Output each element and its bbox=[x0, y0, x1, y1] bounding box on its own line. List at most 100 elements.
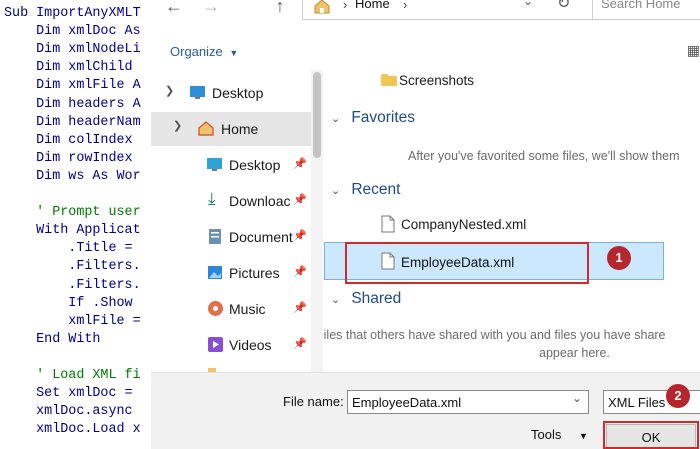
nav-label: Desktop bbox=[229, 157, 281, 173]
nav-item-music[interactable]: Music 📌 bbox=[151, 292, 311, 326]
file-name-field[interactable]: EmployeeData.xml ⌄ bbox=[347, 390, 589, 414]
code-line: Dim headerNam bbox=[4, 114, 141, 130]
code-line: .Filters. bbox=[4, 277, 141, 293]
view-menu-icon[interactable]: ▦ bbox=[687, 42, 700, 59]
chevron-down-icon[interactable]: ⌄ bbox=[572, 391, 582, 405]
group-title: Favorites bbox=[351, 109, 416, 126]
navigation-pane: ❯ Desktop ❯ Home Desktop 📌 ⤓ Downloac 📌 bbox=[151, 70, 324, 372]
code-line: Dim rowIndex bbox=[4, 150, 133, 166]
pictures-icon bbox=[208, 266, 222, 279]
code-line: .Filters. bbox=[4, 259, 141, 275]
code-line: xmlDoc.async bbox=[4, 404, 133, 420]
file-name-input[interactable]: EmployeeData.xml bbox=[352, 395, 461, 410]
forward-arrow-icon[interactable]: → bbox=[199, 0, 223, 18]
group-title: Shared bbox=[351, 290, 402, 307]
code-line: If .Show bbox=[4, 295, 133, 311]
nav-item-home[interactable]: ❯ Home bbox=[151, 112, 311, 146]
file-name-label: File name: bbox=[283, 394, 344, 409]
command-bar: Organize ▼ ▦ bbox=[151, 36, 700, 66]
code-line: Dim colIndex bbox=[4, 132, 133, 148]
pin-icon[interactable]: 📌 bbox=[293, 157, 307, 170]
chevron-down-icon[interactable]: ⌄ bbox=[331, 184, 347, 197]
nav-label: Downloac bbox=[229, 193, 291, 209]
pin-icon[interactable]: 📌 bbox=[293, 265, 307, 278]
code-line: Dim xmlFile A bbox=[4, 78, 141, 94]
pin-icon[interactable]: 📌 bbox=[293, 337, 307, 350]
file-name: CompanyNested.xml bbox=[401, 217, 527, 232]
search-input[interactable]: Search Home bbox=[601, 0, 680, 11]
chevron-right-icon[interactable]: ❯ bbox=[165, 84, 174, 97]
nav-item-documents[interactable]: Document 📌 bbox=[151, 220, 311, 254]
nav-item-videos[interactable]: Videos 📌 bbox=[151, 328, 311, 362]
code-line: Dim ws As Wor bbox=[4, 168, 141, 184]
group-title: Recent bbox=[351, 181, 401, 198]
code-line: Dim xmlDoc As bbox=[4, 24, 141, 40]
file-row[interactable]: CompanyNested.xml bbox=[381, 213, 681, 239]
nav-item-desktop[interactable]: Desktop 📌 bbox=[151, 148, 311, 182]
music-icon bbox=[208, 301, 223, 316]
code-line: xmlDoc.Load x bbox=[4, 422, 141, 438]
chevron-down-icon[interactable]: ⌄ bbox=[331, 112, 347, 125]
vba-code-editor: Sub ImportAnyXMLT Dim xmlDoc As Dim xmlN… bbox=[0, 0, 152, 449]
folder-label: Screenshots bbox=[399, 73, 475, 88]
folder-icon bbox=[381, 74, 397, 86]
chevron-down-icon[interactable]: ⌄ bbox=[523, 0, 533, 8]
organize-label: Organize bbox=[170, 44, 223, 59]
nav-label: Pictures bbox=[229, 265, 280, 281]
organize-button[interactable]: Organize ▼ bbox=[170, 44, 238, 59]
highlight-box-file bbox=[345, 242, 589, 284]
tools-button[interactable]: Tools ▼ bbox=[531, 427, 588, 442]
code-line: Dim headers A bbox=[4, 96, 141, 112]
search-field[interactable]: Search Home bbox=[592, 0, 700, 20]
desktop-icon bbox=[190, 86, 205, 99]
scroll-thumb[interactable] bbox=[313, 72, 321, 158]
highlight-box-ok bbox=[603, 421, 699, 449]
nav-label: Videos bbox=[229, 337, 272, 353]
code-line: xmlFile = bbox=[4, 313, 141, 329]
pin-icon[interactable]: 📌 bbox=[293, 301, 307, 314]
pin-icon[interactable]: 📌 bbox=[293, 229, 307, 242]
download-icon: ⤓ bbox=[208, 189, 216, 208]
documents-icon bbox=[209, 229, 221, 244]
code-line: End With bbox=[4, 331, 101, 347]
nav-label: Home bbox=[221, 121, 259, 137]
favorites-empty-message: After you've favorited some files, we'll… bbox=[408, 149, 680, 163]
caret-down-icon: ▼ bbox=[578, 431, 588, 441]
pin-icon[interactable]: 📌 bbox=[293, 193, 307, 206]
file-list-pane: Screenshots ⌄ Favorites After you've fav… bbox=[324, 66, 700, 372]
code-line: ' Prompt user bbox=[4, 205, 141, 221]
code-line: Sub ImportAnyXMLT bbox=[4, 6, 141, 21]
home-icon bbox=[198, 121, 214, 136]
chevron-down-icon[interactable]: ⌄ bbox=[331, 293, 347, 306]
chevron-down-icon[interactable]: ❯ bbox=[173, 119, 182, 132]
back-arrow-icon[interactable]: ← bbox=[162, 0, 186, 18]
open-file-dialog: ← → ↑ › Home › ⌄ ↻ Search Home Organize … bbox=[151, 0, 700, 449]
shared-empty-message-2: appear here. bbox=[539, 346, 610, 360]
step-badge-2: 2 bbox=[666, 384, 690, 408]
home-icon bbox=[314, 0, 330, 14]
group-recent[interactable]: ⌄ Recent bbox=[331, 181, 400, 199]
breadcrumb-separator-icon: › bbox=[403, 0, 408, 12]
desktop-icon bbox=[207, 158, 222, 171]
code-line: Dim xmlNodeLi bbox=[4, 42, 141, 58]
tools-label: Tools bbox=[531, 427, 562, 442]
refresh-icon[interactable]: ↻ bbox=[557, 0, 570, 13]
nav-label: Music bbox=[229, 301, 266, 317]
code-line: ' Load XML fi bbox=[4, 368, 141, 383]
nav-label: Desktop bbox=[212, 85, 264, 101]
code-line: Dim xmlChild bbox=[4, 60, 133, 76]
group-favorites[interactable]: ⌄ Favorites bbox=[331, 109, 415, 127]
breadcrumb-separator-icon: › bbox=[343, 0, 348, 12]
code-line: Set xmlDoc = bbox=[4, 386, 133, 402]
group-shared[interactable]: ⌄ Shared bbox=[331, 290, 401, 308]
file-type-value: XML Files bbox=[608, 395, 666, 410]
nav-item-pictures[interactable]: Pictures 📌 bbox=[151, 256, 311, 290]
breadcrumb-home[interactable]: Home bbox=[355, 0, 390, 11]
nav-item-downloads[interactable]: ⤓ Downloac 📌 bbox=[151, 184, 311, 218]
file-icon bbox=[381, 215, 395, 233]
step-badge-1: 1 bbox=[607, 246, 631, 270]
nav-scrollbar[interactable] bbox=[311, 70, 323, 372]
nav-item-desktop-root[interactable]: ❯ Desktop bbox=[151, 76, 311, 110]
code-line: .Title = bbox=[4, 241, 133, 257]
up-arrow-icon[interactable]: ↑ bbox=[268, 0, 292, 18]
